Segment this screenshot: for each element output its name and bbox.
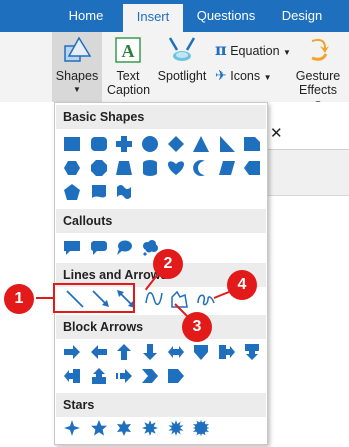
gesture-effects-button[interactable]: Gesture Effects ▼: [292, 36, 344, 111]
ribbon-panel: Shapes ▼ A Text Caption Spotlight π Equa…: [0, 32, 349, 108]
spotlight-label: Spotlight: [157, 69, 207, 83]
gesture-icon: [311, 39, 329, 61]
circle-shape[interactable]: [141, 135, 159, 153]
chevron-down-icon: ▼: [73, 85, 81, 94]
rectangular-callout-shape[interactable]: [63, 239, 81, 257]
section-header-basic-shapes: Basic Shapes: [56, 105, 266, 129]
scribble-shape[interactable]: [196, 289, 216, 309]
pi-icon: π: [215, 40, 227, 59]
left-panel: [0, 102, 52, 447]
five-point-star-shape[interactable]: [90, 419, 108, 437]
left-arrow-shape[interactable]: [90, 343, 108, 361]
curve-shape[interactable]: [144, 289, 164, 309]
plane-icon: ✈: [215, 67, 227, 83]
tab-questions[interactable]: Questions: [188, 0, 264, 32]
chevron-down-icon: ▼: [283, 48, 291, 57]
right-arrow-shape[interactable]: [63, 343, 81, 361]
tab-home[interactable]: Home: [56, 0, 116, 32]
cylinder-shape[interactable]: [141, 159, 159, 177]
chevron-shape[interactable]: [141, 367, 159, 385]
tab-design[interactable]: Design: [272, 0, 332, 32]
equation-button[interactable]: π Equation ▼: [215, 40, 291, 59]
heart-shape[interactable]: [167, 159, 185, 177]
down-callout-arrow-shape[interactable]: [243, 343, 261, 361]
icons-button[interactable]: ✈ Icons ▼: [215, 67, 272, 84]
ribbon-tab-bar: Home Insert Questions Design: [0, 0, 349, 32]
chevron-down-icon: ▼: [263, 73, 272, 82]
wave-shape[interactable]: [115, 183, 133, 201]
up-arrow-shape[interactable]: [115, 343, 133, 361]
callout-badge-1: 1: [4, 284, 34, 314]
rounded-callout-shape[interactable]: [90, 239, 108, 257]
cross-shape[interactable]: [115, 135, 133, 153]
trapezoid-shape[interactable]: [115, 159, 133, 177]
highlight-box: [53, 283, 135, 313]
parallelogram-shape[interactable]: [218, 159, 236, 177]
icons-label: Icons: [230, 69, 261, 83]
text-caption-button[interactable]: A Text Caption: [107, 36, 151, 97]
shapes-label: Shapes: [55, 69, 99, 83]
oval-callout-shape[interactable]: [115, 239, 133, 257]
close-icon[interactable]: ✕: [270, 124, 283, 142]
text-caption-icon: A: [115, 37, 141, 63]
octagon-shape[interactable]: [90, 159, 108, 177]
diamond-shape[interactable]: [167, 135, 185, 153]
pentagon-arrow-shape[interactable]: [167, 367, 185, 385]
four-point-star-shape[interactable]: [63, 419, 81, 437]
gesture-effects-label: Gesture Effects: [295, 69, 341, 97]
svg-text:A: A: [122, 41, 135, 61]
tag-shape[interactable]: [243, 159, 261, 177]
text-caption-label: Text Caption: [107, 69, 151, 97]
left-right-arrow-shape[interactable]: [167, 343, 185, 361]
tab-insert[interactable]: Insert: [123, 4, 183, 32]
hexagon-shape[interactable]: [63, 159, 81, 177]
pentagon-shape[interactable]: [63, 183, 81, 201]
up-callout-arrow-shape[interactable]: [90, 367, 108, 385]
spotlight-button[interactable]: Spotlight: [154, 36, 210, 83]
section-header-stars: Stars: [56, 393, 266, 417]
callout-leader-1: [36, 297, 54, 299]
eight-point-star-shape[interactable]: [141, 419, 159, 437]
rounded-rectangle-shape[interactable]: [90, 135, 108, 153]
callout-badge-4: 4: [227, 270, 257, 300]
rectangle-shape[interactable]: [63, 135, 81, 153]
shapes-button[interactable]: Shapes ▼: [52, 32, 102, 102]
striped-right-arrow-shape[interactable]: [115, 367, 133, 385]
section-header-callouts: Callouts: [56, 209, 266, 233]
ten-point-star-shape[interactable]: [167, 419, 185, 437]
shapes-icon: [64, 36, 92, 62]
equation-label: Equation: [230, 44, 280, 58]
spotlight-icon: [168, 37, 196, 61]
sixteen-point-star-shape[interactable]: [192, 419, 210, 437]
six-point-star-shape[interactable]: [115, 419, 133, 437]
section-header-block-arrows: Block Arrows: [56, 315, 266, 339]
left-callout-arrow-shape[interactable]: [63, 367, 81, 385]
triangle-shape[interactable]: [192, 135, 210, 153]
right-triangle-shape[interactable]: [218, 135, 236, 153]
document-toolbar: [268, 150, 349, 196]
down-arrow-shape[interactable]: [141, 343, 159, 361]
callout-badge-3: 3: [182, 312, 212, 342]
notched-down-arrow-shape[interactable]: [192, 343, 210, 361]
moon-shape[interactable]: [192, 159, 210, 177]
right-callout-arrow-shape[interactable]: [218, 343, 236, 361]
document-shape[interactable]: [90, 183, 108, 201]
snip-rectangle-shape[interactable]: [243, 135, 261, 153]
callout-badge-2: 2: [153, 249, 183, 279]
